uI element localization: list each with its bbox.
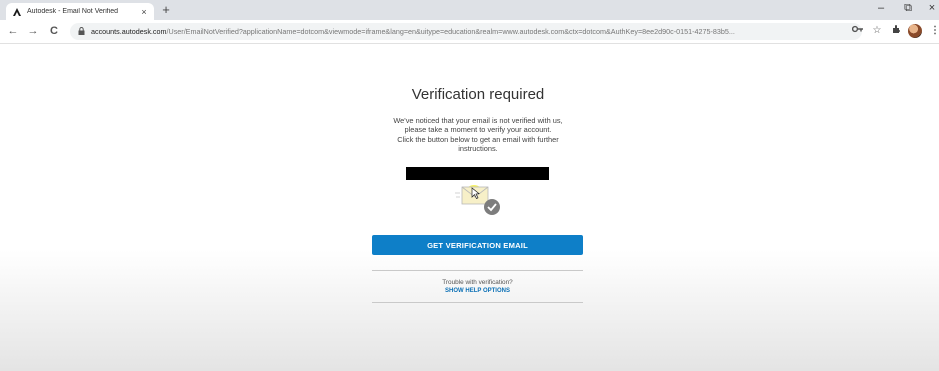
reload-button[interactable]: C — [46, 23, 62, 39]
page-title: Verification required — [411, 86, 545, 103]
browser-toolbar: ← → C accounts.autodesk.com /User/EmailN… — [0, 20, 939, 44]
autodesk-logo-icon — [12, 7, 22, 17]
trouble-text: Trouble with verification? — [442, 279, 513, 286]
message-line: We've noticed that your email is not ver… — [393, 116, 563, 125]
extensions-icon[interactable] — [890, 24, 904, 38]
verification-message: We've noticed that your email is not ver… — [360, 116, 596, 154]
restore-button[interactable]: ⧉ — [898, 2, 918, 15]
browser-tab-strip: Autodesk - Email Not Verified × + – ⧉ × — [0, 0, 939, 20]
window-close-button[interactable]: × — [922, 2, 939, 14]
address-bar[interactable]: accounts.autodesk.com /User/EmailNotVeri… — [70, 23, 862, 40]
redacted-email — [406, 167, 549, 180]
tab-title: Autodesk - Email Not Verified — [27, 8, 119, 15]
url-path: /User/EmailNotVerified?applicationName=d… — [166, 27, 735, 36]
url-host: accounts.autodesk.com — [91, 27, 167, 36]
divider — [372, 270, 583, 271]
browser-tab[interactable]: Autodesk - Email Not Verified × — [6, 3, 154, 20]
envelope-check-icon — [454, 183, 504, 217]
star-icon[interactable]: ☆ — [870, 24, 884, 38]
profile-avatar-icon[interactable] — [908, 24, 922, 38]
message-line: Click the button below to get an email w… — [397, 134, 559, 144]
show-help-options-link[interactable]: SHOW HELP OPTIONS — [372, 288, 583, 294]
new-tab-button[interactable]: + — [159, 3, 173, 17]
divider — [372, 302, 583, 303]
get-verification-email-button[interactable]: GET VERIFICATION EMAIL — [372, 235, 583, 255]
minimize-button[interactable]: – — [871, 2, 891, 14]
tab-close-button[interactable]: × — [138, 7, 150, 17]
message-line: please take a moment to verify your acco… — [404, 125, 552, 135]
more-icon[interactable]: ⋮ — [928, 24, 939, 38]
message-line: instructions. — [458, 144, 498, 154]
key-icon[interactable] — [851, 24, 865, 38]
lock-icon — [78, 26, 86, 37]
forward-button[interactable]: → — [25, 23, 41, 39]
back-button[interactable]: ← — [5, 23, 21, 39]
